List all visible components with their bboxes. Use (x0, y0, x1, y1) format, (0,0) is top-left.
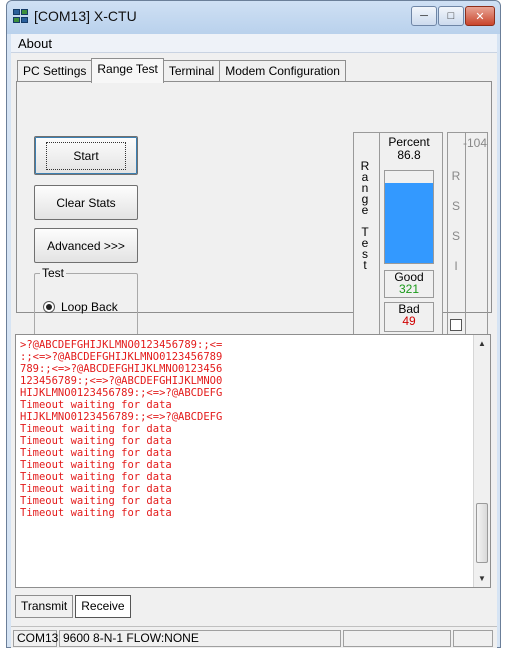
terminal-line: :;<=>?@ABCDEFGHIJKLMNO0123456789 (20, 351, 223, 363)
window-title: [COM13] X-CTU (34, 8, 137, 24)
terminal-line: 123456789:;<=>?@ABCDEFGHIJKLMNO0 (20, 375, 223, 387)
percent-bar (384, 170, 434, 264)
terminal-line: Timeout waiting for data (20, 435, 172, 447)
percent-label: Percent (388, 135, 430, 149)
percent-bar-fill (385, 183, 433, 263)
scroll-down-icon[interactable]: ▼ (474, 574, 490, 583)
rssi-letter: S (451, 199, 460, 213)
terminal-line: Timeout waiting for data (20, 447, 172, 459)
good-count-box: Good 321 (384, 270, 434, 298)
bad-value: 49 (402, 314, 416, 328)
terminal-line: >?@ABCDEFGHIJKLMNO0123456789:;<= (20, 339, 223, 351)
status-cell-empty-1 (343, 630, 451, 647)
maximize-button[interactable]: □ (438, 6, 464, 26)
range-test-letter: e (361, 203, 369, 217)
start-button-label: Start (46, 141, 126, 170)
rssi-value: -104 (462, 136, 487, 150)
range-test-vertical-label: RangeTest (360, 160, 370, 272)
range-stats: Percent 86.8 Good 321 Bad 49 (379, 132, 444, 336)
receive-terminal[interactable]: >?@ABCDEFGHIJKLMNO0123456789:;<=:;<=>?@A… (15, 334, 491, 588)
rssi-vertical-label: R S S I (448, 161, 464, 281)
terminal-line: Timeout waiting for data (20, 459, 172, 471)
advanced-button[interactable]: Advanced >>> (34, 228, 138, 263)
main-tabs: PC Settings Range Test Terminal Modem Co… (17, 58, 346, 83)
xctu-app-icon (13, 9, 29, 23)
test-group-label: Test (40, 266, 67, 280)
status-cell-empty-2 (453, 630, 493, 647)
app-window: [COM13] X-CTU ─ □ ✕ About PC Settings Ra… (6, 0, 501, 648)
tab-modem-configuration[interactable]: Modem Configuration (219, 60, 346, 82)
rssi-letter: S (451, 229, 460, 243)
client-area: PC Settings Range Test Terminal Modem Co… (11, 53, 497, 626)
terminal-line: Timeout waiting for data (20, 495, 172, 507)
scroll-thumb[interactable] (476, 503, 488, 563)
terminal-text: >?@ABCDEFGHIJKLMNO0123456789:;<=:;<=>?@A… (20, 339, 222, 519)
maximize-icon: □ (447, 10, 455, 22)
tab-terminal[interactable]: Terminal (162, 60, 221, 82)
terminal-line: Timeout waiting for data (20, 399, 172, 411)
status-port: COM13 (13, 630, 58, 647)
terminal-line: HIJKLMNO0123456789:;<=>?@ABCDEFG (20, 387, 223, 399)
rssi-checkbox[interactable] (450, 319, 462, 331)
terminal-tabs: Transmit Receive (15, 595, 133, 618)
range-test-panel: Start Clear Stats Advanced >>> Test Loop… (16, 81, 492, 337)
scroll-up-icon[interactable]: ▲ (474, 339, 490, 348)
percent-value: 86.8 (397, 148, 421, 162)
clear-stats-button[interactable]: Clear Stats (34, 185, 138, 220)
rssi-letter: R (451, 169, 461, 183)
start-button[interactable]: Start (34, 136, 138, 175)
menu-about[interactable]: About (18, 36, 52, 51)
tab-range-test[interactable]: Range Test (91, 58, 164, 83)
terminal-line: HIJKLMNO0123456789:;<=>?@ABCDEFG (20, 411, 223, 423)
status-bar: COM13 9600 8-N-1 FLOW:NONE (11, 626, 497, 648)
test-groupbox: Test Loop Back (34, 266, 138, 337)
bad-count-box: Bad 49 (384, 302, 434, 332)
range-test-meter: RangeTest Percent 86.8 Good 321 Bad 49 (353, 132, 443, 336)
terminal-line: Timeout waiting for data (20, 423, 172, 435)
tab-pc-settings[interactable]: PC Settings (17, 60, 93, 82)
minimize-button[interactable]: ─ (411, 6, 437, 26)
title-bar[interactable]: [COM13] X-CTU ─ □ ✕ (7, 1, 500, 34)
loop-back-option[interactable]: Loop Back (43, 300, 118, 314)
loop-back-radio[interactable] (43, 301, 55, 313)
tab-transmit[interactable]: Transmit (15, 595, 74, 618)
rssi-meter: R S S I -104 (447, 132, 488, 336)
close-icon: ✕ (475, 10, 485, 23)
rssi-letter: I (454, 259, 458, 273)
close-button[interactable]: ✕ (465, 6, 495, 26)
terminal-line: 789:;<=>?@ABCDEFGHIJKLMNO0123456 (20, 363, 223, 375)
terminal-line: Timeout waiting for data (20, 471, 172, 483)
loop-back-label: Loop Back (61, 300, 118, 314)
good-value: 321 (398, 282, 420, 296)
terminal-line: Timeout waiting for data (20, 483, 172, 495)
terminal-line: Timeout waiting for data (20, 507, 172, 519)
minimize-icon: ─ (420, 10, 428, 22)
tab-receive[interactable]: Receive (75, 595, 131, 618)
terminal-scrollbar[interactable]: ▲ ▼ (473, 335, 490, 587)
status-settings: 9600 8-N-1 FLOW:NONE (59, 630, 341, 647)
rssi-display: -104 (462, 133, 489, 335)
range-test-letter: t (363, 258, 367, 272)
menu-bar: About (11, 34, 497, 53)
